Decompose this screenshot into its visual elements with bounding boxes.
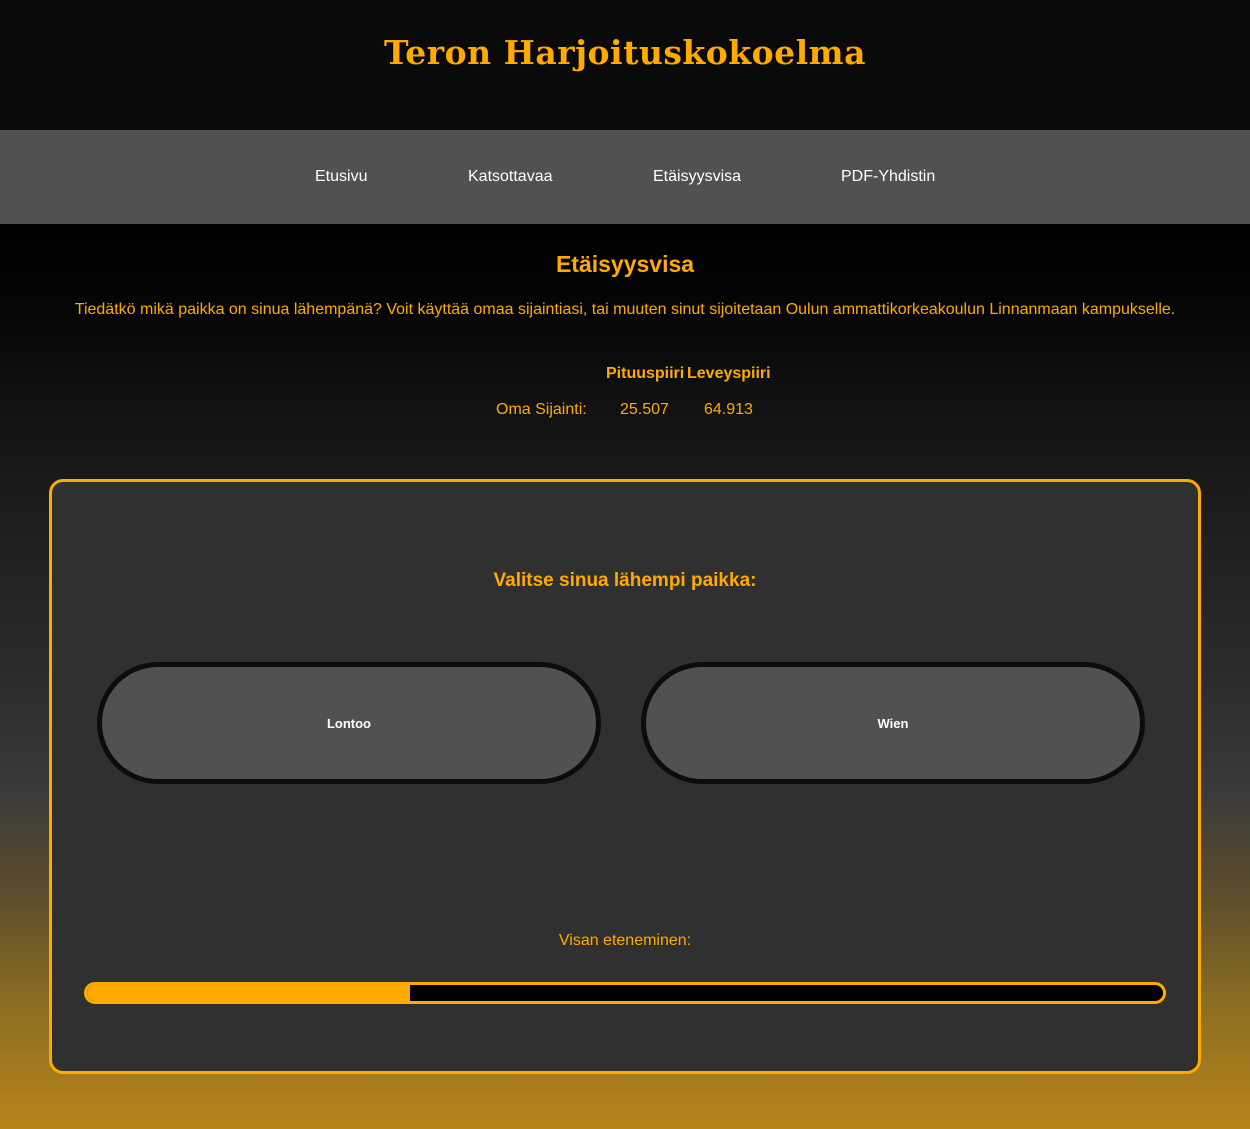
longitude-header: Pituuspiiri <box>606 365 685 382</box>
choice-button-wien[interactable]: Wien <box>641 662 1145 784</box>
nav-link-katsottavaa[interactable]: Katsottavaa <box>468 167 553 187</box>
intro-text: Tiedätkö mikä paikka on sinua lähempänä?… <box>74 301 1176 318</box>
nav-link-etaisyysvisa[interactable]: Etäisyysvisa <box>653 167 741 187</box>
nav-link-etusivu[interactable]: Etusivu <box>315 167 367 187</box>
quiz-progress-fill <box>87 985 410 1001</box>
latitude-value: 64.913 <box>704 401 753 418</box>
quiz-progress-bar <box>84 982 1166 1004</box>
choice-label: Lontoo <box>326 715 372 731</box>
longitude-value: 25.507 <box>620 401 669 418</box>
site-title: Teron Harjoituskokoelma <box>384 33 866 72</box>
choice-button-lontoo[interactable]: Lontoo <box>97 662 601 784</box>
latitude-header: Leveyspiiri <box>687 365 771 382</box>
nav-link-pdf-yhdistin[interactable]: PDF-Yhdistin <box>841 167 935 187</box>
progress-label: Visan eteneminen: <box>558 932 692 949</box>
own-location-label: Oma Sijainti: <box>496 401 587 418</box>
choice-label: Wien <box>877 715 909 731</box>
quiz-question: Valitse sinua lähempi paikka: <box>493 570 757 591</box>
page-heading: Etäisyysvisa <box>555 251 695 277</box>
main-nav <box>0 130 1250 224</box>
